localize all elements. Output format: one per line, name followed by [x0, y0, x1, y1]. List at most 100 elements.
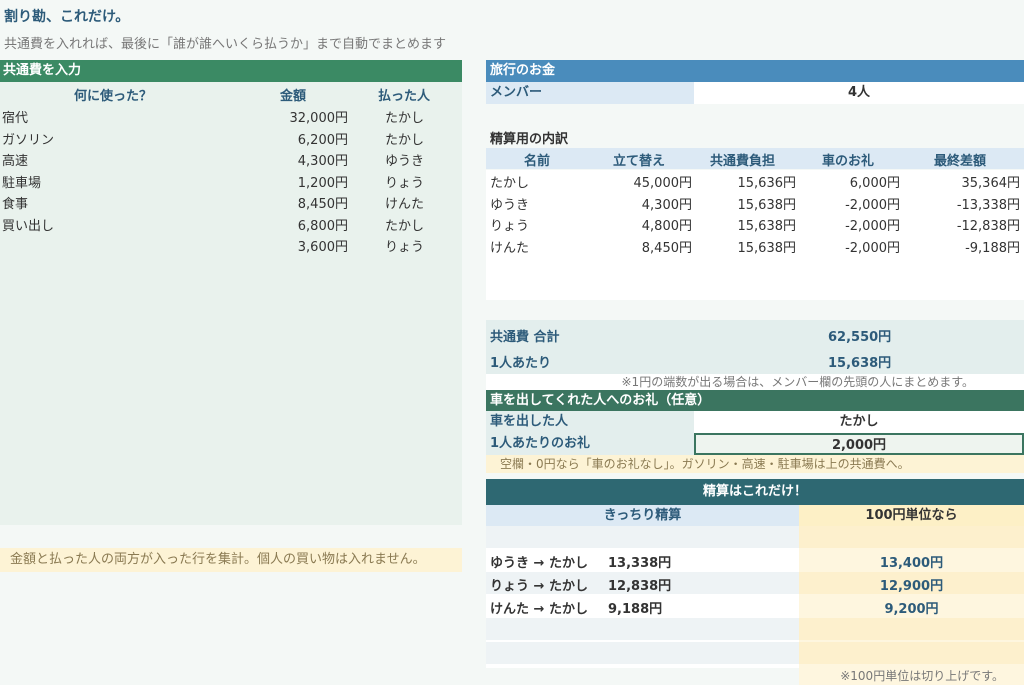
breakdown-car: -2,000円 [845, 240, 900, 256]
empty-row [486, 642, 799, 664]
breakdown-diff: -9,188円 [965, 240, 1020, 256]
column-header-diff: 最終差額 [934, 154, 987, 169]
payment-rounded: 9,200円 [884, 602, 939, 617]
expense-item-cell[interactable]: 宿代 [2, 107, 28, 126]
expense-item-cell[interactable]: 高速 [2, 150, 28, 169]
expense-item-cell[interactable]: 駐車場 [2, 172, 41, 191]
expense-payer-cell[interactable]: りょう [385, 236, 424, 255]
per-person-label: 1人あたり [490, 356, 552, 371]
column-header-name: 名前 [524, 154, 551, 169]
column-header-share: 共通費負担 [710, 154, 776, 169]
driver-label: 車を出した人 [486, 411, 694, 433]
expense-item-cell[interactable]: 食事 [2, 193, 28, 212]
breakdown-share: 15,638円 [737, 219, 797, 234]
breakdown-car: -2,000円 [845, 219, 900, 234]
empty-row [799, 618, 1024, 640]
breakdown-row: けんた 8,450円 15,638円 -2,000円 -9,188円 [486, 235, 1024, 257]
breakdown-diff: -12,838円 [956, 219, 1020, 234]
empty-row [486, 618, 799, 640]
expense-item-cell[interactable]: ガソリン [2, 129, 54, 148]
breakdown-paid: 8,450円 [641, 240, 692, 256]
breakdown-share: 15,638円 [737, 197, 797, 213]
expense-row[interactable]: 3,600円 りょう [0, 234, 462, 256]
page-title: 割り勘、これだけ。 [4, 9, 130, 25]
breakdown-diff: -13,338円 [956, 197, 1020, 213]
payment-exact: 12,838円 [608, 579, 672, 594]
breakdown-table-header: 名前 立て替え 共通費負担 車のお礼 最終差額 [486, 148, 1024, 169]
expense-row[interactable]: 買い出し 6,800円 たかし [0, 213, 462, 235]
column-header-paid: 立て替え [613, 154, 666, 169]
payment-row: りょう → たかし 12,838円 12,900円 [486, 572, 1024, 594]
settlement-section-title: 精算はこれだけ！ [486, 479, 1024, 505]
expense-amount-cell[interactable]: 8,450円 [248, 193, 348, 212]
payment-exact: 13,338円 [608, 556, 672, 571]
breakdown-name: けんた [490, 240, 530, 256]
thanks-row: 1人あたりのお礼 2,000円 [486, 433, 1024, 455]
expense-payer-cell[interactable]: けんた [385, 193, 424, 212]
trip-section-title: 旅行のお金 [486, 60, 1024, 82]
breakdown-title: 精算用の内訳 [490, 132, 569, 147]
empty-row [486, 526, 799, 548]
breakdown-row: りょう 4,800円 15,638円 -2,000円 -12,838円 [486, 213, 1024, 235]
breakdown-share: 15,636円 [737, 176, 797, 191]
expense-payer-cell[interactable]: ゆうき [385, 150, 424, 169]
column-header-amount: 金額 [280, 89, 307, 104]
expense-table-header: 何に使った？ 金額 払った人 [0, 83, 462, 104]
breakdown-name: ゆうき [490, 197, 530, 213]
expense-amount-cell[interactable]: 6,200円 [248, 129, 348, 148]
expense-payer-cell[interactable]: たかし [385, 107, 424, 126]
total-value: 62,550円 [828, 330, 892, 345]
breakdown-paid: 4,800円 [641, 219, 692, 234]
breakdown-name: たかし [490, 176, 530, 191]
payment-who: りょう → たかし [490, 579, 588, 594]
member-label: メンバー [486, 82, 694, 104]
exact-header: きっちり精算 [486, 505, 799, 526]
expense-amount-cell[interactable]: 1,200円 [248, 172, 348, 191]
payment-who: ゆうき → たかし [490, 556, 588, 571]
expense-payer-cell[interactable]: たかし [385, 129, 424, 148]
member-count-field[interactable]: 4人 [694, 82, 1024, 104]
breakdown-car: -2,000円 [845, 197, 900, 213]
payment-exact: 9,188円 [608, 602, 663, 617]
expense-amount-cell[interactable]: 6,800円 [248, 215, 348, 234]
roundup-note: ※100円単位は切り上げです。 [840, 669, 1004, 683]
breakdown-row: ゆうき 4,300円 15,638円 -2,000円 -13,338円 [486, 192, 1024, 214]
payment-rounded: 12,900円 [879, 579, 944, 594]
breakdown-row: たかし 45,000円 15,636円 6,000円 35,364円 [486, 170, 1024, 192]
breakdown-share: 15,638円 [737, 240, 797, 256]
payment-row: ゆうき → たかし 13,338円 13,400円 [486, 549, 1024, 571]
expense-row[interactable]: ガソリン 6,200円 たかし [0, 127, 462, 149]
breakdown-diff: 35,364円 [961, 176, 1021, 191]
payment-rounded: 13,400円 [879, 556, 944, 571]
driver-field[interactable]: たかし [694, 411, 1024, 433]
column-header-car: 車のお礼 [822, 154, 875, 169]
rounded-header: 100円単位なら [799, 505, 1024, 526]
expense-payer-cell[interactable]: りょう [385, 172, 424, 191]
column-header-item: 何に使った？ [74, 89, 153, 104]
driver-row: 車を出した人 たかし [486, 411, 1024, 433]
breakdown-paid: 45,000円 [633, 176, 693, 191]
expense-row[interactable]: 駐車場 1,200円 りょう [0, 170, 462, 192]
car-section-title: 車を出してくれた人へのお礼（任意） [486, 390, 1024, 412]
expense-amount-cell[interactable]: 4,300円 [248, 150, 348, 169]
breakdown-car: 6,000円 [849, 176, 900, 191]
expense-payer-cell[interactable]: たかし [385, 215, 424, 234]
car-note: 空欄・0円なら「車のお礼なし」。ガソリン・高速・駐車場は上の共通費へ。 [486, 455, 1024, 473]
empty-row [799, 526, 1024, 548]
expense-row[interactable]: 食事 8,450円 けんた [0, 191, 462, 213]
column-header-payer: 払った人 [378, 89, 431, 104]
empty-row [799, 642, 1024, 664]
per-person-value: 15,638円 [828, 356, 892, 371]
expense-row[interactable]: 高速 4,300円 ゆうき [0, 148, 462, 170]
thanks-amount-field[interactable]: 2,000円 [694, 433, 1024, 455]
payment-who: けんた → たかし [490, 602, 588, 617]
rounding-note: ※1円の端数が出る場合は、メンバー欄の先頭の人にまとめます。 [486, 374, 1024, 390]
per-person-row: 1人あたり 15,638円 [486, 347, 1024, 373]
total-row: 共通費 合計 62,550円 [486, 321, 1024, 347]
expense-amount-cell[interactable]: 3,600円 [248, 236, 348, 255]
breakdown-paid: 4,300円 [641, 197, 692, 213]
expense-amount-cell[interactable]: 32,000円 [248, 107, 349, 126]
expense-row[interactable]: 宿代 32,000円 たかし [0, 105, 462, 127]
expense-item-cell[interactable]: 買い出し [2, 215, 54, 234]
total-label: 共通費 合計 [490, 330, 560, 345]
